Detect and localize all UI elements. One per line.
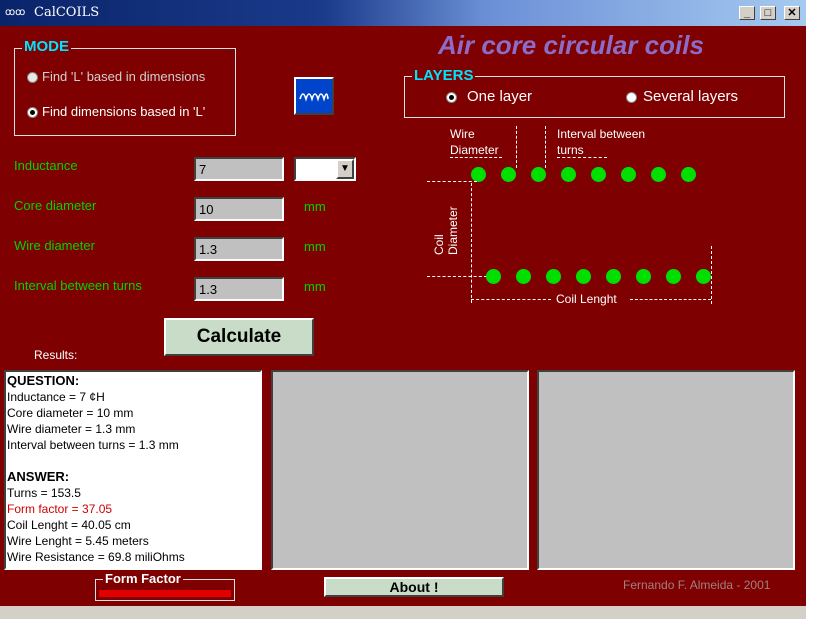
title-bar[interactable] (0, 0, 808, 26)
coil-drawing-panel (271, 370, 529, 570)
interval-label: Interval between turns (14, 278, 142, 293)
diagram-guide (630, 299, 711, 300)
question-line: Interval between turns = 1.3 mm (7, 438, 179, 452)
question-line: Wire diameter = 1.3 mm (7, 422, 136, 436)
question-header: QUESTION: (7, 373, 80, 388)
wire-turn-dot (501, 167, 516, 182)
wire-turn-dot (576, 269, 591, 284)
diagram-coil-diameter-label: Coil Diameter (432, 206, 460, 255)
core-diameter-label: Core diameter (14, 198, 97, 213)
layers-radio-one[interactable] (446, 92, 457, 103)
form-factor-legend: Form Factor (103, 571, 183, 586)
wire-turn-dot (471, 167, 486, 182)
diagram-guide (427, 181, 477, 182)
diagram-guide (545, 126, 546, 168)
wire-turn-dot (636, 269, 651, 284)
wire-turn-dot (621, 167, 636, 182)
diagram-guide (427, 276, 487, 277)
chevron-down-icon[interactable]: ▼ (336, 159, 354, 179)
mode-option-find-dimensions[interactable]: Find dimensions based in 'L' (42, 104, 205, 119)
minimize-button[interactable]: _ (739, 6, 755, 20)
wire-diameter-label: Wire diameter (14, 238, 95, 253)
about-button[interactable]: About ! (324, 577, 504, 597)
diagram-interval-label: Interval between turns (557, 127, 646, 157)
diagram-guide (471, 299, 551, 300)
answer-line: Turns = 153.5 (7, 486, 81, 500)
interval-input[interactable]: 1.3 (194, 277, 284, 301)
inductance-label: Inductance (14, 158, 78, 173)
wire-diameter-unit: mm (304, 239, 326, 254)
wire-turn-dot (516, 269, 531, 284)
mode-option-find-l[interactable]: Find 'L' based in dimensions (42, 69, 205, 84)
core-diameter-unit: mm (304, 199, 326, 214)
calculate-button[interactable]: Calculate (164, 318, 314, 356)
answer-line: Coil Lenght = 40.05 cm (7, 518, 131, 532)
core-diameter-input[interactable]: 10 (194, 197, 284, 221)
wire-diameter-input[interactable]: 1.3 (194, 237, 284, 261)
layers-radio-several[interactable] (626, 92, 637, 103)
diagram-guide (557, 157, 607, 158)
answer-line: Wire Resistance = 69.8 miliOhms (7, 550, 185, 564)
maximize-button[interactable]: □ (760, 6, 776, 20)
mode-legend: MODE (22, 38, 71, 55)
results-label: Results: (34, 348, 78, 362)
diagram-guide (450, 157, 502, 158)
layers-option-several[interactable]: Several layers (643, 88, 738, 105)
diagram-guide (471, 183, 472, 303)
interval-unit: mm (304, 279, 326, 294)
wire-turn-dot (531, 167, 546, 182)
coil-app-icon[interactable]: ꝏꝏ (5, 6, 25, 20)
inductance-input[interactable]: 7 (194, 157, 284, 181)
close-button[interactable]: ✕ (784, 6, 800, 20)
question-line: Core diameter = 10 mm (7, 406, 134, 420)
diagram-guide (711, 246, 712, 304)
unit-select[interactable]: ▼ (294, 157, 356, 181)
mode-group (14, 48, 236, 136)
wire-turn-dot (486, 269, 501, 284)
wire-turn-dot (591, 167, 606, 182)
layers-legend: LAYERS (412, 67, 476, 84)
answer-line: Wire Lenght = 5.45 meters (7, 534, 149, 548)
wire-turn-dot (696, 269, 711, 284)
wire-turn-dot (666, 269, 681, 284)
wire-turn-dot (606, 269, 621, 284)
diagram-wire-diameter-label: Wire Diameter (450, 127, 499, 157)
answer-header: ANSWER: (7, 469, 70, 484)
diagram-coil-length-label: Coil Lenght (556, 292, 617, 306)
wire-turn-dot (546, 269, 561, 284)
credit-text: Fernando F. Almeida - 2001 (623, 578, 771, 592)
results-text[interactable]: QUESTION: Inductance = 7 ¢H Core diamete… (4, 370, 262, 570)
page-title: Air core circular coils (438, 30, 704, 60)
wire-turn-dot (561, 167, 576, 182)
form-factor-line: Form factor = 37.05 (7, 502, 113, 516)
layers-option-one[interactable]: One layer (467, 88, 532, 105)
desktop-bottom (0, 606, 806, 619)
mode-radio-find-dimensions[interactable] (27, 107, 38, 118)
form-factor-bar (99, 590, 231, 597)
question-line: Inductance = 7 ¢H (7, 390, 105, 404)
desktop-edge (806, 0, 813, 619)
coil-view-panel (537, 370, 795, 570)
wire-turn-dot (651, 167, 666, 182)
mode-radio-find-l[interactable] (27, 72, 38, 83)
coil-icon (294, 77, 334, 115)
wire-turn-dot (681, 167, 696, 182)
window-title: CalCOILS (34, 5, 100, 20)
diagram-guide (516, 126, 517, 168)
